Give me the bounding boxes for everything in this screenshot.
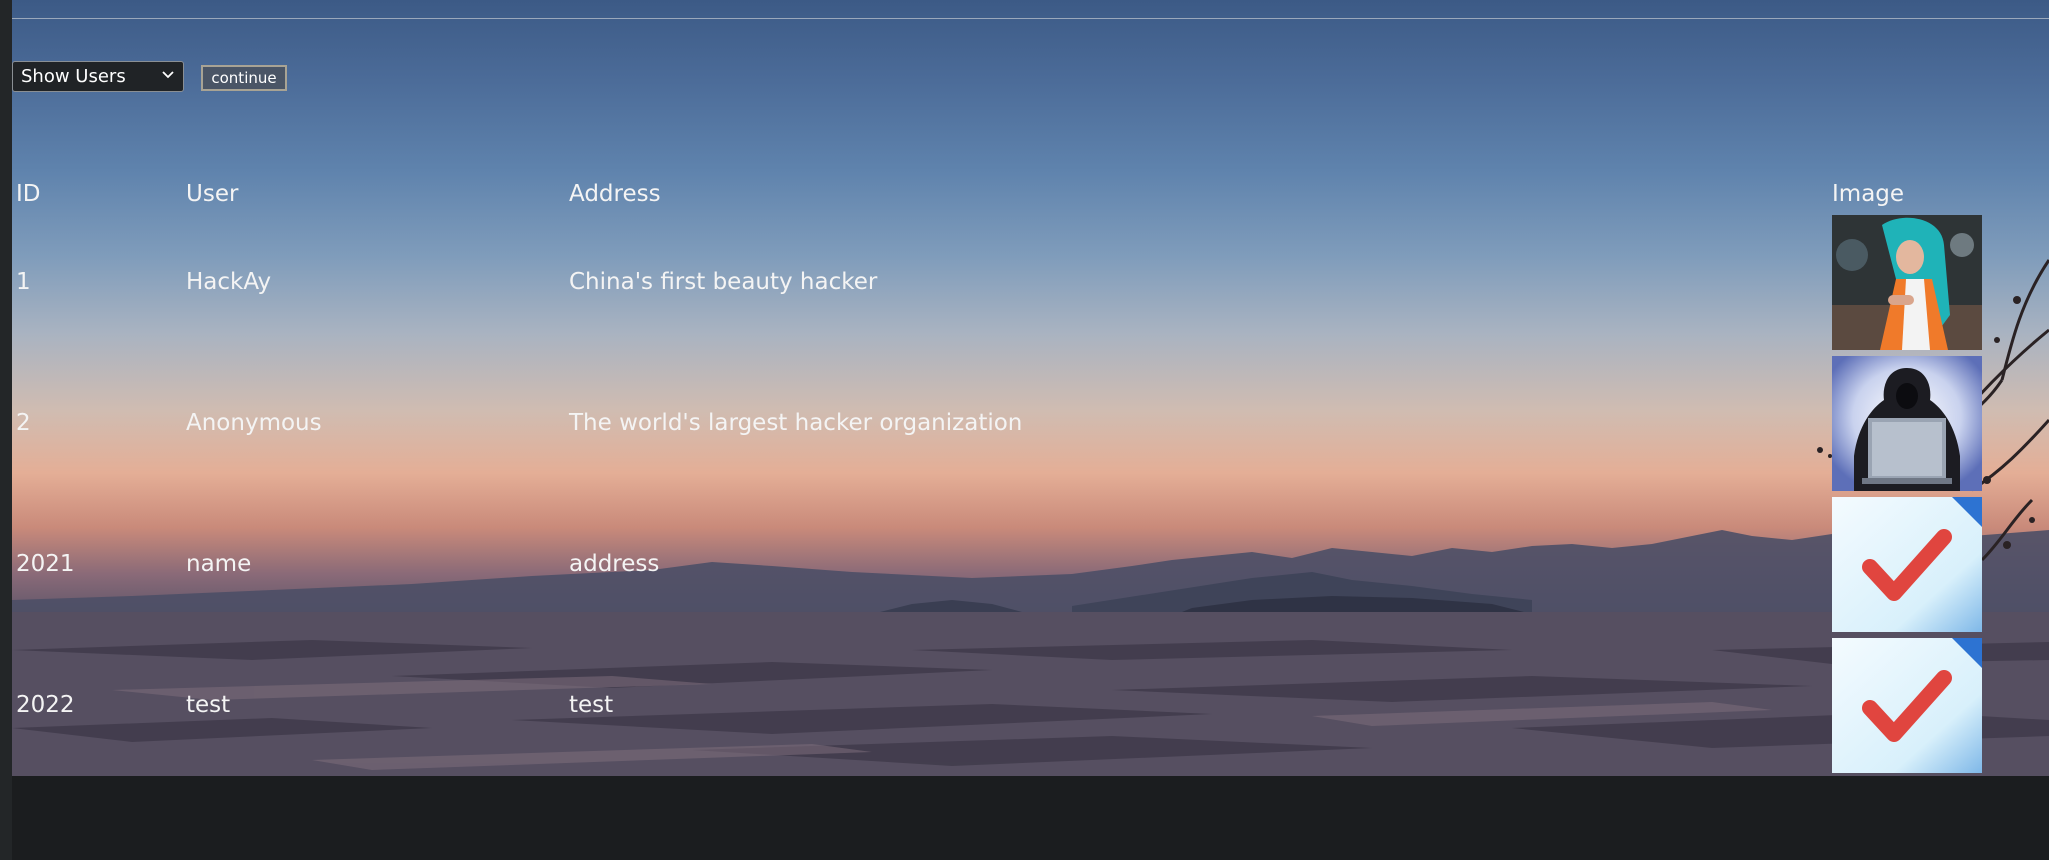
background-scenery xyxy=(12,0,2049,776)
view-select-value: Show Users xyxy=(21,66,126,87)
column-header-address: Address xyxy=(569,181,661,207)
continue-button[interactable]: continue xyxy=(201,65,287,91)
column-header-image: Image xyxy=(1832,181,1905,207)
hacker-girl-photo xyxy=(1832,215,1982,350)
chevron-down-icon xyxy=(162,71,174,79)
view-select[interactable]: Show Users xyxy=(12,61,184,92)
row-user: test xyxy=(186,692,231,718)
row-address: China's first beauty hacker xyxy=(569,269,878,295)
row-user: Anonymous xyxy=(186,410,322,436)
page: Show Users continue ID User Address Imag… xyxy=(0,0,2049,860)
column-header-id: ID xyxy=(16,181,41,207)
row-address: The world's largest hacker organization xyxy=(569,410,1023,436)
row-user: name xyxy=(186,551,252,577)
row-id: 2021 xyxy=(16,551,75,577)
row-address: address xyxy=(569,551,660,577)
top-divider xyxy=(12,18,2049,19)
row-address: test xyxy=(569,692,614,718)
hooded-hacker-laptop-photo xyxy=(1832,356,1982,491)
checkmark-icon xyxy=(1832,497,1982,632)
row-id: 2022 xyxy=(16,692,75,718)
sunset-landscape xyxy=(12,259,2049,776)
column-header-user: User xyxy=(186,181,239,207)
row-user: HackAy xyxy=(186,269,272,295)
checkmark-icon xyxy=(1832,638,1982,773)
left-edge xyxy=(0,0,12,860)
row-id: 1 xyxy=(16,269,31,295)
row-id: 2 xyxy=(16,410,31,436)
